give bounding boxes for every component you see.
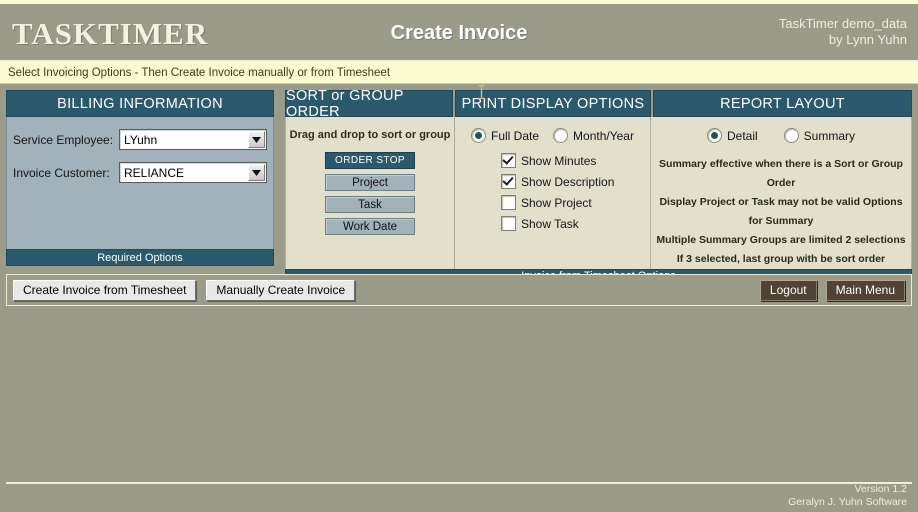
instruction-text: Select Invoicing Options - Then Create I… xyxy=(8,66,391,79)
checkbox-checked-icon[interactable] xyxy=(501,153,516,168)
field-service-employee: Service Employee: LYuhn xyxy=(7,129,273,150)
footer-info: Version 1.2 Geralyn J. Yuhn Software xyxy=(788,483,907,509)
logout-button[interactable]: Logout xyxy=(759,279,817,301)
radio-month-year[interactable]: Month/Year xyxy=(553,128,634,143)
report-note-2: Display Project or Task may not be valid… xyxy=(659,196,903,227)
app-header: TASKTIMER Create Invoice TaskTimer demo_… xyxy=(0,4,918,62)
company-label: Geralyn J. Yuhn Software xyxy=(788,496,907,508)
radio-full-date-label: Full Date xyxy=(491,128,540,143)
radio-selected-icon[interactable] xyxy=(471,128,486,143)
radio-selected-icon[interactable] xyxy=(706,128,722,143)
sort-group-order-list: ORDER STOP Project Task Work Date xyxy=(286,152,454,235)
create-invoice-from-timesheet-button[interactable]: Create Invoice from Timesheet xyxy=(13,279,197,301)
service-employee-value: LYuhn xyxy=(124,132,158,147)
chevron-down-icon[interactable] xyxy=(248,164,265,181)
footer-divider xyxy=(6,482,912,484)
panel-print-display-header: PRINT DISPLAY OPTIONS xyxy=(455,84,651,117)
panel-sort-group-body: Drag and drop to sort or group ORDER STO… xyxy=(286,117,454,269)
order-item-work-date[interactable]: Work Date xyxy=(325,218,415,235)
checkbox-show-project[interactable]: Show Project xyxy=(501,195,650,210)
panel-billing-information: BILLING INFORMATION Service Employee: LY… xyxy=(6,90,274,266)
panel-print-display-body: Full Date Month/Year Show Minutes Show D xyxy=(454,117,650,269)
checkbox-show-task-label: Show Task xyxy=(521,216,579,231)
radio-full-date[interactable]: Full Date xyxy=(471,128,539,143)
checkbox-show-minutes-label: Show Minutes xyxy=(521,153,597,168)
service-employee-label: Service Employee: xyxy=(13,132,114,147)
panel-billing-footer: Required Options xyxy=(6,249,274,266)
checkbox-unchecked-icon[interactable] xyxy=(501,195,516,210)
panel-group-bodies: Drag and drop to sort or group ORDER STO… xyxy=(285,117,912,269)
checkbox-unchecked-icon[interactable] xyxy=(501,216,516,231)
report-note-4: If 3 selected, last group with be sort o… xyxy=(676,253,886,265)
invoice-customer-label: Invoice Customer: xyxy=(13,165,110,180)
options-panel-row: BILLING INFORMATION Service Employee: LY… xyxy=(0,84,918,283)
invoice-customer-select[interactable]: RELIANCE xyxy=(119,162,267,183)
report-note-1: Summary effective when there is a Sort o… xyxy=(659,158,903,189)
checkbox-show-task[interactable]: Show Task xyxy=(501,216,650,231)
panel-sort-group-header: SORT or GROUP ORDER xyxy=(285,88,453,120)
radio-unselected-icon[interactable] xyxy=(553,128,569,143)
radio-month-year-label: Month/Year xyxy=(573,128,634,143)
panel-billing-header: BILLING INFORMATION xyxy=(6,90,274,117)
version-label: Version 1.2 xyxy=(854,483,907,495)
report-layout-notes: Summary effective when there is a Sort o… xyxy=(651,155,911,269)
radio-detail[interactable]: Detail xyxy=(706,128,758,143)
radio-detail-label: Detail xyxy=(726,128,758,143)
date-mode-radio-group: Full Date Month/Year xyxy=(455,128,650,143)
panel-group-timesheet-options: SORT or GROUP ORDER PRINT DISPLAY OPTION… xyxy=(285,84,912,283)
field-invoice-customer: Invoice Customer: RELIANCE xyxy=(7,162,273,183)
checkbox-show-description-label: Show Description xyxy=(521,174,615,189)
panel-report-layout-header: REPORT LAYOUT xyxy=(653,90,912,117)
chevron-down-icon[interactable] xyxy=(248,131,265,148)
service-employee-select[interactable]: LYuhn xyxy=(119,129,267,150)
radio-summary[interactable]: Summary xyxy=(783,128,856,143)
radio-summary-label: Summary xyxy=(803,128,856,143)
checkbox-show-description[interactable]: Show Description xyxy=(501,174,650,189)
instruction-bar: Select Invoicing Options - Then Create I… xyxy=(0,62,918,84)
account-info: TaskTimer demo_data by Lynn Yuhn xyxy=(779,16,907,48)
main-menu-button[interactable]: Main Menu xyxy=(825,279,905,301)
account-owner-label: by Lynn Yuhn xyxy=(828,32,907,47)
panel-billing-body: Service Employee: LYuhn Invoice Customer… xyxy=(6,117,274,249)
action-toolbar: Create Invoice from Timesheet Manually C… xyxy=(6,274,912,306)
panel-group-headers: SORT or GROUP ORDER PRINT DISPLAY OPTION… xyxy=(285,84,912,120)
panel-report-layout-body: Detail Summary Summary effective when th… xyxy=(650,117,911,269)
manually-create-invoice-button[interactable]: Manually Create Invoice xyxy=(206,279,356,301)
panel-print-display-title: PRINT DISPLAY OPTIONS xyxy=(461,95,645,112)
report-note-3: Multiple Summary Groups are limited 2 se… xyxy=(656,234,906,246)
checkbox-show-minutes[interactable]: Show Minutes xyxy=(501,153,650,168)
checkbox-checked-icon[interactable] xyxy=(501,174,516,189)
checkbox-show-project-label: Show Project xyxy=(521,195,592,210)
report-layout-radio-group: Detail Summary xyxy=(651,128,911,143)
radio-unselected-icon[interactable] xyxy=(783,128,799,143)
invoice-customer-value: RELIANCE xyxy=(124,165,185,180)
order-stop-divider[interactable]: ORDER STOP xyxy=(325,152,415,169)
display-checkbox-group: Show Minutes Show Description Show Proje… xyxy=(455,153,650,231)
order-item-task[interactable]: Task xyxy=(325,196,415,213)
account-database-label: TaskTimer demo_data xyxy=(778,16,907,31)
order-item-project[interactable]: Project xyxy=(325,174,415,191)
sort-group-hint: Drag and drop to sort or group xyxy=(289,129,451,141)
